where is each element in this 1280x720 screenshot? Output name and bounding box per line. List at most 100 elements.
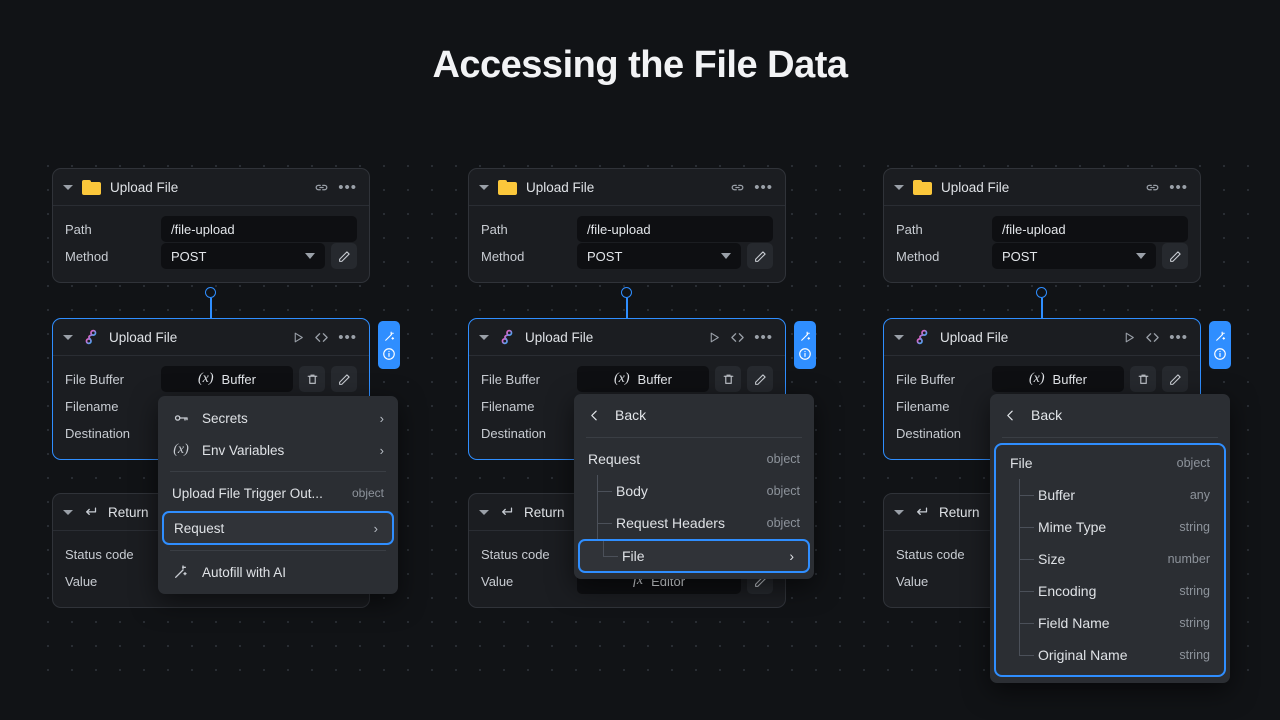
ellipsis-icon[interactable]: •••	[754, 179, 773, 196]
path-input[interactable]: /file-upload	[577, 216, 773, 242]
menu-item-upload-file-trigger-output[interactable]: Upload File Trigger Out... object	[158, 477, 398, 509]
edit-button[interactable]	[1162, 243, 1188, 269]
edit-button[interactable]	[331, 366, 357, 392]
card-header[interactable]: Upload File •••	[53, 319, 369, 356]
link-icon[interactable]	[730, 180, 745, 195]
tree-row-buffer[interactable]: Buffer any	[996, 479, 1224, 511]
card-title: Upload File	[109, 330, 283, 345]
chevron-down-icon[interactable]	[894, 185, 904, 190]
tree-row-mime-type[interactable]: Mime Type string	[996, 511, 1224, 543]
chevron-right-icon: ›	[380, 411, 384, 426]
ellipsis-icon[interactable]: •••	[754, 329, 773, 346]
card-header[interactable]: Upload File •••	[53, 169, 369, 206]
code-icon[interactable]	[1145, 330, 1160, 345]
edit-button[interactable]	[331, 243, 357, 269]
node-side-tab-1[interactable]	[378, 321, 400, 369]
method-select[interactable]: POST	[161, 243, 325, 269]
card-body: Path /file-upload Method POST	[469, 206, 785, 282]
variable-picker-menu[interactable]: Secrets › (x) Env Variables › Upload Fil…	[158, 396, 398, 594]
row-label: Method	[65, 249, 161, 264]
menu-item-secrets[interactable]: Secrets ›	[158, 402, 398, 434]
tree-row-size[interactable]: Size number	[996, 543, 1224, 575]
card-header[interactable]: Upload File •••	[884, 319, 1200, 356]
file-group-highlight[interactable]: File object Buffer any Mime Type string …	[994, 443, 1226, 677]
row-path: Path /file-upload	[896, 216, 1188, 242]
info-icon[interactable]	[382, 347, 396, 361]
row-label: File Buffer	[896, 372, 992, 387]
tree-label: Field Name	[1038, 615, 1179, 631]
menu-item-request[interactable]: Request ›	[162, 511, 394, 545]
edit-button[interactable]	[747, 366, 773, 392]
request-tree-panel[interactable]: Back Request object Body object Request …	[574, 394, 814, 579]
file-buffer-value[interactable]: (x) Buffer	[992, 366, 1124, 392]
edit-button[interactable]	[1162, 366, 1188, 392]
play-icon[interactable]	[1123, 331, 1136, 344]
trigger-card-3[interactable]: Upload File ••• Path /file-upload Method…	[883, 168, 1201, 283]
magic-wand-icon[interactable]	[799, 330, 812, 343]
row-label: Value	[481, 574, 577, 589]
tree-row-request[interactable]: Request object	[574, 443, 814, 475]
back-button[interactable]: Back	[990, 398, 1230, 432]
card-header[interactable]: Upload File •••	[469, 319, 785, 356]
menu-item-autofill-with-ai[interactable]: Autofill with AI	[158, 556, 398, 588]
info-icon[interactable]	[1213, 347, 1227, 361]
row-label: File Buffer	[481, 372, 577, 387]
code-icon[interactable]	[730, 330, 745, 345]
magic-wand-icon[interactable]	[383, 330, 396, 343]
trigger-card-2[interactable]: Upload File ••• Path /file-upload Method…	[468, 168, 786, 283]
file-buffer-value[interactable]: (x) Buffer	[161, 366, 293, 392]
chevron-down-icon[interactable]	[63, 510, 73, 515]
card-title: Upload File	[526, 180, 721, 195]
magic-wand-icon	[172, 564, 190, 580]
tree-row-encoding[interactable]: Encoding string	[996, 575, 1224, 607]
tree-row-original-name[interactable]: Original Name string	[996, 639, 1224, 671]
tree-label: Mime Type	[1038, 519, 1179, 535]
tree-row-file[interactable]: File object	[996, 447, 1224, 479]
row-label: Destination	[65, 426, 161, 441]
info-icon[interactable]	[798, 347, 812, 361]
play-icon[interactable]	[708, 331, 721, 344]
chevron-down-icon[interactable]	[63, 185, 73, 190]
node-side-tab-3[interactable]	[1209, 321, 1231, 369]
chevron-down-icon[interactable]	[479, 510, 489, 515]
tree-row-field-name[interactable]: Field Name string	[996, 607, 1224, 639]
chevron-down-icon[interactable]	[63, 335, 73, 340]
code-icon[interactable]	[314, 330, 329, 345]
menu-item-env-variables[interactable]: (x) Env Variables ›	[158, 434, 398, 466]
file-tree-panel[interactable]: Back File object Buffer any Mime Type st…	[990, 394, 1230, 683]
folder-icon	[82, 180, 101, 195]
chevron-down-icon[interactable]	[479, 185, 489, 190]
chevron-down-icon[interactable]	[479, 335, 489, 340]
magic-wand-icon[interactable]	[1214, 330, 1227, 343]
tree-elbow	[1010, 543, 1038, 575]
ellipsis-icon[interactable]: •••	[1169, 329, 1188, 346]
link-icon[interactable]	[1145, 180, 1160, 195]
tree-row-request-headers[interactable]: Request Headers object	[574, 507, 814, 539]
tree-row-file[interactable]: File ›	[578, 539, 810, 573]
ellipsis-icon[interactable]: •••	[1169, 179, 1188, 196]
chevron-down-icon[interactable]	[894, 510, 904, 515]
link-icon[interactable]	[314, 180, 329, 195]
back-button[interactable]: Back	[574, 398, 814, 432]
method-select[interactable]: POST	[992, 243, 1156, 269]
chevron-down-icon[interactable]	[894, 335, 904, 340]
row-label: Destination	[481, 426, 577, 441]
delete-button[interactable]	[715, 366, 741, 392]
tree-row-body[interactable]: Body object	[574, 475, 814, 507]
edit-button[interactable]	[747, 243, 773, 269]
path-input[interactable]: /file-upload	[992, 216, 1188, 242]
file-buffer-value[interactable]: (x) Buffer	[577, 366, 709, 392]
delete-button[interactable]	[1130, 366, 1156, 392]
ellipsis-icon[interactable]: •••	[338, 179, 357, 196]
trigger-card-1[interactable]: Upload File ••• Path /file-upload Method…	[52, 168, 370, 283]
card-title: Upload File	[940, 330, 1114, 345]
path-input[interactable]: /file-upload	[161, 216, 357, 242]
card-header[interactable]: Upload File •••	[469, 169, 785, 206]
method-select[interactable]: POST	[577, 243, 741, 269]
file-buffer-text: Buffer	[222, 372, 256, 387]
delete-button[interactable]	[299, 366, 325, 392]
card-header[interactable]: Upload File •••	[884, 169, 1200, 206]
ellipsis-icon[interactable]: •••	[338, 329, 357, 346]
play-icon[interactable]	[292, 331, 305, 344]
node-side-tab-2[interactable]	[794, 321, 816, 369]
